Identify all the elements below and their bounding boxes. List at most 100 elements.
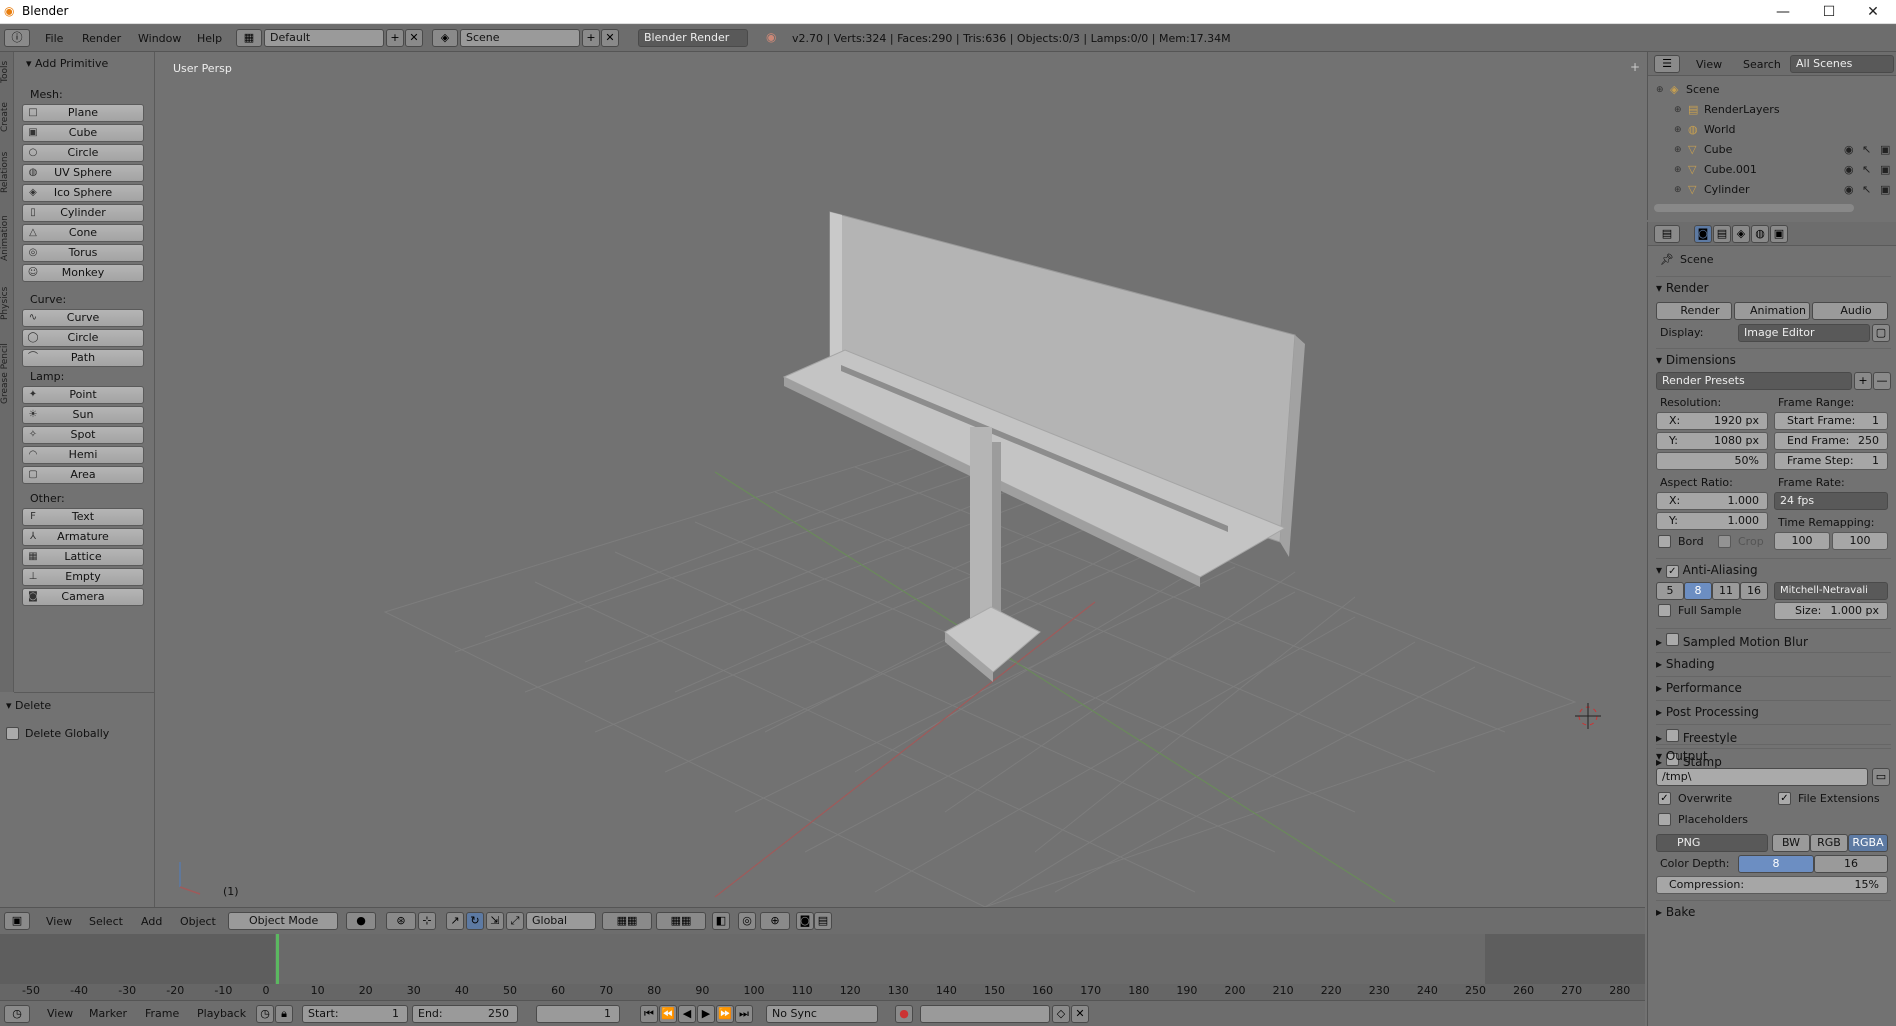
jump-end-icon[interactable]: ⏭ <box>735 1005 753 1023</box>
sampled-motion-blur-checkbox[interactable] <box>1665 633 1679 646</box>
display-window-icon[interactable]: ▢ <box>1872 324 1890 342</box>
start-frame-field[interactable]: Start: 1 <box>302 1005 408 1023</box>
play-reverse-icon[interactable]: ◀ <box>678 1005 696 1023</box>
resolution-x-field[interactable]: X: 1920 px <box>1656 412 1768 430</box>
placeholders-checkbox[interactable] <box>1658 813 1671 826</box>
aa-sample-16-button[interactable]: 16 <box>1740 582 1768 600</box>
outliner-editor-type-icon[interactable]: ☰ <box>1654 55 1680 73</box>
record-icon[interactable]: ● <box>895 1005 913 1023</box>
render-engine-select[interactable]: Blender Render <box>638 29 748 47</box>
tab-grease-pencil[interactable]: Grease Pencil <box>0 334 14 414</box>
menu-render[interactable]: Render <box>82 32 121 45</box>
render-camera-icon[interactable]: ▣ <box>1880 180 1890 200</box>
other-armature-button[interactable]: ⅄ Armature <box>22 528 144 546</box>
post-processing-panel-title[interactable]: ▸ Post Processing <box>1656 700 1891 719</box>
mesh-uv-sphere-button[interactable]: ◍ UV Sphere <box>22 164 144 182</box>
snap-icon[interactable]: ⊕ <box>760 912 790 930</box>
visibility-eye-icon[interactable]: ◉ <box>1844 180 1854 200</box>
crop-checkbox[interactable] <box>1718 535 1731 548</box>
sampled-motion-blur-panel-title[interactable]: ▸ Sampled Motion Blur <box>1656 628 1891 649</box>
expand-icon[interactable]: ⊕ <box>1674 120 1682 140</box>
aa-sample-5-button[interactable]: 5 <box>1656 582 1684 600</box>
manipulator-toggle-icon[interactable]: ⊹ <box>418 912 436 930</box>
timeline[interactable]: -50 -40 -30 -20 -10 0 10 20 30 40 50 60 70 80 90 100 110… <box>0 934 1645 1000</box>
output-panel-title[interactable]: ▾ Output <box>1656 744 1891 763</box>
output-path-field[interactable]: /tmp\ <box>1656 768 1868 786</box>
render-preview-icon[interactable]: ◙ <box>796 912 814 930</box>
add-primitive-title[interactable]: ▾ Add Primitive <box>26 57 108 70</box>
scene-icon[interactable]: ◈ <box>432 29 458 47</box>
anti-aliasing-panel-title[interactable]: ▾ ✓ Anti-Aliasing <box>1656 558 1891 578</box>
mesh-ico-sphere-button[interactable]: ◈ Ico Sphere <box>22 184 144 202</box>
bw-button[interactable]: BW <box>1772 834 1810 852</box>
jump-start-icon[interactable]: ⏮ <box>640 1005 658 1023</box>
minimize-button[interactable]: — <box>1760 0 1806 24</box>
add-preset-icon[interactable]: + <box>1854 372 1872 390</box>
depth-8-button[interactable]: 8 <box>1738 855 1814 873</box>
remove-preset-icon[interactable]: — <box>1873 372 1891 390</box>
expand-icon[interactable]: ⊕ <box>1674 160 1682 180</box>
menu-file[interactable]: File <box>45 32 63 45</box>
remap-old-field[interactable]: 100 <box>1774 532 1830 550</box>
render-tab-icon[interactable]: ◙ <box>1694 225 1712 243</box>
close-button[interactable]: ✕ <box>1850 0 1896 24</box>
delete-panel-title[interactable]: ▾ Delete <box>6 699 51 712</box>
vp-menu-object[interactable]: Object <box>180 915 216 928</box>
browse-folder-icon[interactable]: ▭ <box>1872 768 1890 786</box>
mesh-plane-button[interactable]: □ Plane <box>22 104 144 122</box>
object-tab-icon[interactable]: ▣ <box>1770 225 1788 243</box>
rotate-icon[interactable]: ↻ <box>466 912 484 930</box>
mode-select[interactable]: Object Mode <box>228 912 338 930</box>
viewport-editor-type-icon[interactable]: ▣ <box>4 912 30 930</box>
scale-icon[interactable]: ⇲ <box>486 912 504 930</box>
render-button[interactable]: Render <box>1656 302 1732 320</box>
render-panel-title[interactable]: ▾ Render <box>1656 276 1891 295</box>
filter-size-field[interactable]: Size: 1.000 px <box>1774 602 1888 620</box>
display-select[interactable]: Image Editor <box>1738 324 1870 342</box>
aa-sample-11-button[interactable]: 11 <box>1712 582 1740 600</box>
other-empty-button[interactable]: ⊥ Empty <box>22 568 144 586</box>
lock-layers-icon[interactable]: ◧ <box>712 912 730 930</box>
resolution-y-field[interactable]: Y: 1080 px <box>1656 432 1768 450</box>
timeline-editor-type-icon[interactable]: ◷ <box>4 1005 30 1023</box>
mesh-cube-button[interactable]: ▣ Cube <box>22 124 144 142</box>
render-anim-icon[interactable]: ▤ <box>814 912 832 930</box>
lamp-area-button[interactable]: ▢ Area <box>22 466 144 484</box>
mesh-cylinder-button[interactable]: ▯ Cylinder <box>22 204 144 222</box>
visibility-eye-icon[interactable]: ◉ <box>1844 140 1854 160</box>
outliner-row-world[interactable]: ⊕ ◍ World <box>1648 120 1896 140</box>
freestyle-panel-title[interactable]: ▸ Freestyle <box>1656 724 1891 745</box>
render-layers-tab-icon[interactable]: ▤ <box>1713 225 1731 243</box>
aa-filter-select[interactable]: Mitchell-Netravali <box>1774 582 1888 600</box>
sync-select[interactable]: No Sync <box>766 1005 878 1023</box>
outliner-filter-select[interactable]: All Scenes <box>1790 55 1894 73</box>
dimensions-panel-title[interactable]: ▾ Dimensions <box>1656 348 1891 367</box>
scene-tab-icon[interactable]: ◈ <box>1732 225 1750 243</box>
mesh-circle-button[interactable]: ○ Circle <box>22 144 144 162</box>
menu-window[interactable]: Window <box>138 32 181 45</box>
tab-relations[interactable]: Relations <box>0 142 14 202</box>
outliner-row-renderlayers[interactable]: ⊕ ▤ RenderLayers <box>1648 100 1896 120</box>
vp-menu-view[interactable]: View <box>46 915 72 928</box>
outliner-row-cube[interactable]: ⊕ ▽ Cube ◉ ↖ ▣ <box>1648 140 1896 160</box>
rgba-button[interactable]: RGBA <box>1848 834 1888 852</box>
expand-icon[interactable]: ⊕ <box>1656 80 1664 100</box>
lamp-point-button[interactable]: ✦ Point <box>22 386 144 404</box>
lamp-spot-button[interactable]: ✧ Spot <box>22 426 144 444</box>
rgb-button[interactable]: RGB <box>1810 834 1848 852</box>
delete-key-icon[interactable]: ✕ <box>1071 1005 1089 1023</box>
render-camera-icon[interactable]: ▣ <box>1880 140 1890 160</box>
layers2-icon[interactable]: ▦▦ <box>656 912 706 930</box>
delete-globally-checkbox[interactable] <box>6 727 19 740</box>
aspect-y-field[interactable]: Y: 1.000 <box>1656 512 1768 530</box>
properties-editor-type-icon[interactable]: ▤ <box>1654 225 1680 243</box>
end-frame-field[interactable]: End: 250 <box>412 1005 518 1023</box>
outliner-row-scene[interactable]: ⊕ ◈ Scene <box>1648 80 1896 100</box>
aa-sample-8-button[interactable]: 8 <box>1684 582 1712 600</box>
other-lattice-button[interactable]: ▦ Lattice <box>22 548 144 566</box>
tl-menu-frame[interactable]: Frame <box>145 1007 179 1020</box>
tab-tools[interactable]: Tools <box>0 52 14 92</box>
depth-16-button[interactable]: 16 <box>1814 855 1888 873</box>
remove-scene-icon[interactable]: ✕ <box>601 29 619 47</box>
outliner-row-cube-001[interactable]: ⊕ ▽ Cube.001 ◉ ↖ ▣ <box>1648 160 1896 180</box>
